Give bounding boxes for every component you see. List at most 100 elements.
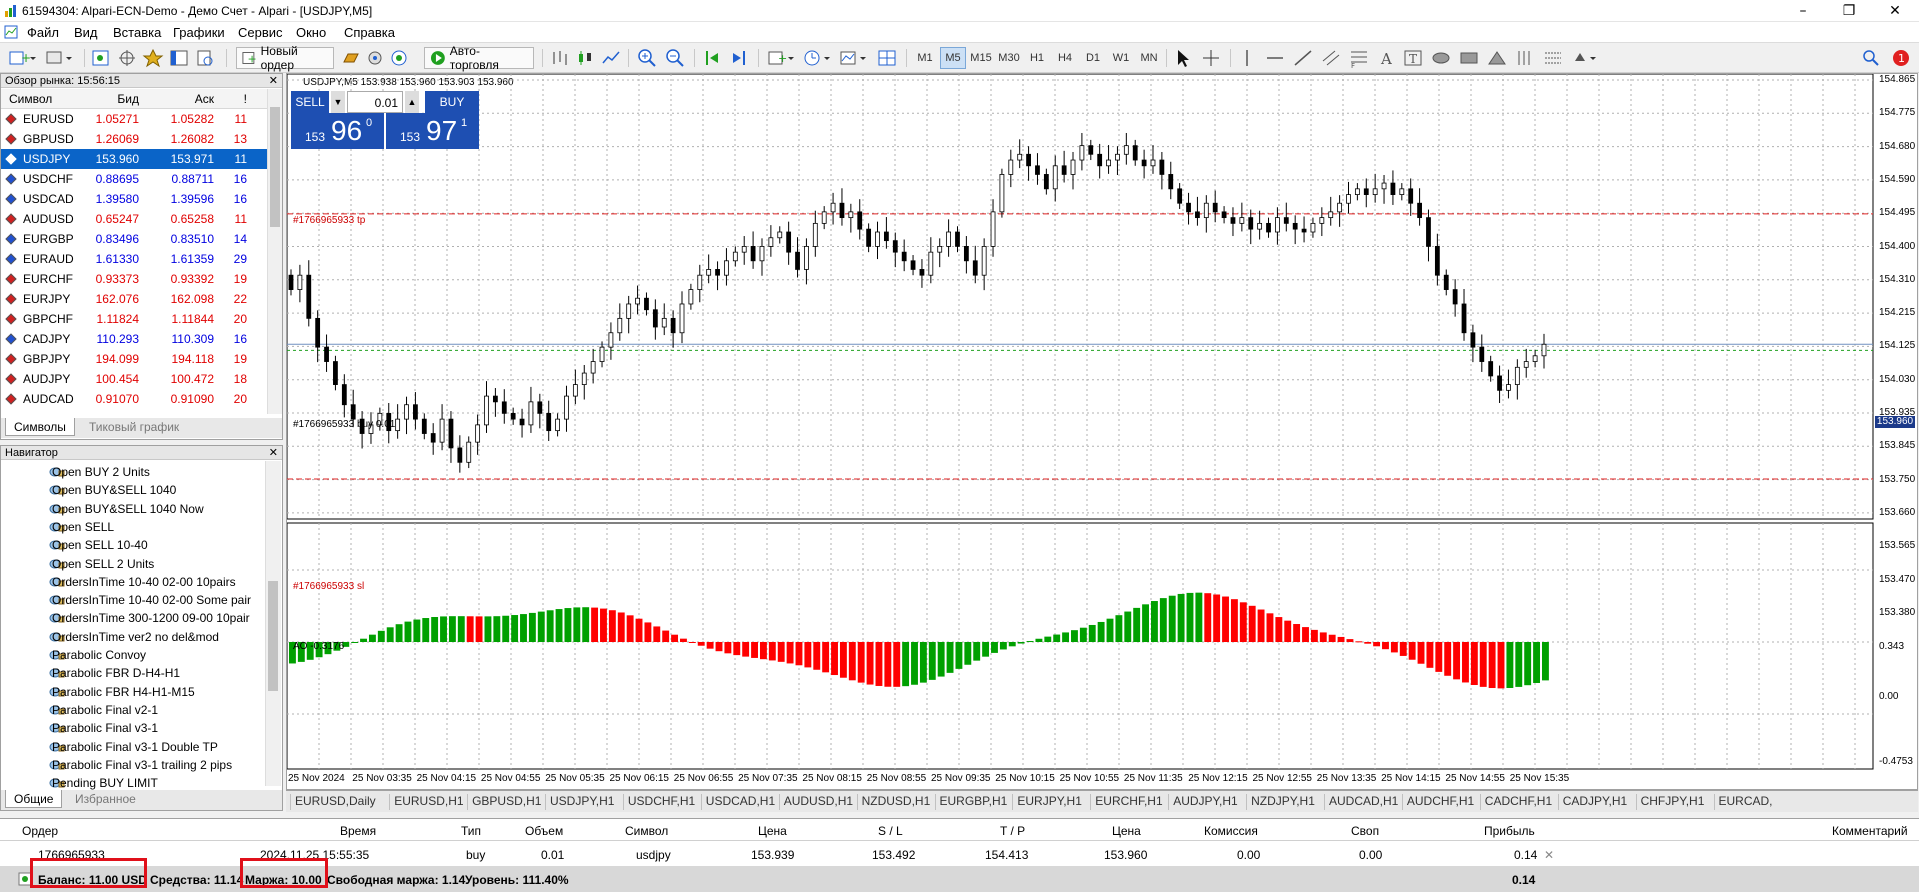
- navigator-item[interactable]: Parabolic Final v2-1: [19, 701, 265, 719]
- price-chart[interactable]: [287, 74, 1919, 791]
- col-time[interactable]: Время: [340, 824, 376, 838]
- navigator-item[interactable]: Parabolic FBR D-H4-H1: [19, 664, 265, 682]
- search-icon[interactable]: [1860, 47, 1882, 69]
- tab-common[interactable]: Общие: [5, 790, 63, 808]
- col-type[interactable]: Тип: [461, 824, 481, 838]
- chart-tab[interactable]: EURJPY,H1: [1012, 794, 1085, 810]
- col-bid[interactable]: Бид: [117, 92, 139, 106]
- navigator-item[interactable]: Parabolic FBR H4-H1-M15: [19, 683, 265, 701]
- buy-button[interactable]: BUY: [425, 91, 479, 113]
- timeframe-h4[interactable]: H4: [1052, 47, 1078, 69]
- col-spread[interactable]: !: [244, 92, 247, 106]
- chart-window[interactable]: USDJPY,M5 153.938 153.960 153.903 153.96…: [286, 73, 1918, 790]
- chart-shift-icon[interactable]: [728, 47, 750, 69]
- col-tp[interactable]: T / P: [1000, 824, 1025, 838]
- menu-help[interactable]: Справка: [344, 25, 395, 40]
- market-watch-row[interactable]: GBPJPY 194.099 194.118 19: [1, 349, 269, 369]
- market-watch-row[interactable]: EURUSD 1.05271 1.05282 11: [1, 109, 269, 129]
- navigator-item[interactable]: Parabolic Final v3-1 trailing 2 pips: [19, 756, 265, 774]
- bar-chart-icon[interactable]: [548, 47, 570, 69]
- col-cur-price[interactable]: Цена: [1112, 824, 1141, 838]
- market-watch-icon[interactable]: [90, 47, 112, 69]
- new-order-button[interactable]: + Новый ордер: [236, 44, 334, 72]
- chart-tab[interactable]: GBPUSD,H1: [467, 794, 545, 810]
- rectangle-icon[interactable]: [1458, 47, 1480, 69]
- templates-icon[interactable]: [838, 47, 868, 69]
- chart-tab[interactable]: AUDJPY,H1: [1168, 794, 1241, 810]
- market-watch-row[interactable]: AUDJPY 100.454 100.472 18: [1, 369, 269, 389]
- new-chart-icon[interactable]: +: [8, 47, 38, 69]
- timeframe-d1[interactable]: D1: [1080, 47, 1106, 69]
- chart-tab[interactable]: AUDCAD,H1: [1324, 794, 1402, 810]
- chart-tab[interactable]: USDCHF,H1: [622, 794, 699, 810]
- chart-tab[interactable]: AUDCHF,H1: [1401, 794, 1478, 810]
- chart-tab[interactable]: CADCHF,H1: [1479, 794, 1556, 810]
- market-watch-row[interactable]: CADJPY 110.293 110.309 16: [1, 329, 269, 349]
- line-chart-icon[interactable]: [600, 47, 622, 69]
- col-symbol[interactable]: Символ: [9, 92, 52, 106]
- sell-price[interactable]: 153 96 0: [291, 113, 384, 149]
- chart-tab[interactable]: CADJPY,H1: [1557, 794, 1631, 810]
- col-sl[interactable]: S / L: [878, 824, 903, 838]
- scroll-thumb[interactable]: [270, 107, 280, 227]
- volume-down-icon[interactable]: ▼: [331, 91, 345, 113]
- market-watch-row[interactable]: GBPCHF 1.11824 1.11844 20: [1, 309, 269, 329]
- col-order[interactable]: Ордер: [22, 824, 58, 838]
- tab-tick-chart[interactable]: Тиковый график: [81, 418, 187, 436]
- navigator-item[interactable]: Parabolic Convoy: [19, 646, 265, 664]
- scroll-thumb[interactable]: [268, 581, 278, 691]
- chart-tab[interactable]: EURCAD,: [1713, 794, 1777, 810]
- navigator-item[interactable]: Parabolic Final v3-1: [19, 719, 265, 737]
- market-watch-row[interactable]: EURJPY 162.076 162.098 22: [1, 289, 269, 309]
- close-icon[interactable]: ✕: [1872, 0, 1918, 22]
- restore-icon[interactable]: ❐: [1826, 0, 1872, 22]
- terminal-icon[interactable]: [168, 47, 190, 69]
- col-price[interactable]: Цена: [758, 824, 787, 838]
- chart-tab[interactable]: EURUSD,H1: [389, 794, 467, 810]
- ellipse-icon[interactable]: [1430, 47, 1452, 69]
- zoom-out-icon[interactable]: [664, 47, 686, 69]
- chart-tab[interactable]: USDCAD,H1: [700, 794, 779, 810]
- tab-favorites[interactable]: Избранное: [67, 790, 144, 808]
- navigator-item[interactable]: Open BUY&SELL 1040 Now: [19, 500, 265, 518]
- timeframe-mn[interactable]: MN: [1136, 47, 1162, 69]
- data-window-icon[interactable]: [116, 47, 138, 69]
- market-watch-row[interactable]: USDCHF 0.88695 0.88711 16: [1, 169, 269, 189]
- market-watch-row[interactable]: USDCAD 1.39580 1.39596 16: [1, 189, 269, 209]
- market-watch-scrollbar[interactable]: [267, 89, 282, 414]
- menu-file[interactable]: Файл: [27, 25, 59, 40]
- menu-tools[interactable]: Сервис: [238, 25, 283, 40]
- gold-icon[interactable]: [340, 47, 362, 69]
- text-icon[interactable]: A: [1376, 47, 1398, 69]
- timeframe-w1[interactable]: W1: [1108, 47, 1134, 69]
- market-watch-row[interactable]: USDJPY 153.960 153.971 11: [1, 149, 269, 169]
- navigator-item[interactable]: OrdersInTime ver2 no del&mod: [19, 628, 265, 646]
- market-watch-row[interactable]: AUDCAD 0.91070 0.91090 20: [1, 389, 269, 409]
- fibonacci-icon[interactable]: F: [1348, 47, 1370, 69]
- strategy-tester-icon[interactable]: [194, 47, 216, 69]
- navigator-item[interactable]: Open SELL 2 Units: [19, 555, 265, 573]
- col-symbol[interactable]: Символ: [625, 824, 668, 838]
- indicators-icon[interactable]: +: [766, 47, 796, 69]
- signals-icon[interactable]: [364, 47, 386, 69]
- grid-icon[interactable]: [876, 47, 898, 69]
- autoscroll-icon[interactable]: [702, 47, 724, 69]
- col-comment[interactable]: Комментарий: [1832, 824, 1908, 838]
- navigator-item[interactable]: OrdersInTime 300-1200 09-00 10pair: [19, 609, 265, 627]
- market-watch-row[interactable]: GBPUSD 1.26069 1.26082 13: [1, 129, 269, 149]
- notifications-button[interactable]: 1: [1888, 47, 1912, 69]
- timeframe-m30[interactable]: M30: [996, 47, 1022, 69]
- navigator-item[interactable]: Parabolic Final v3-1 Double TP: [19, 738, 265, 756]
- trendline-icon[interactable]: [1292, 47, 1314, 69]
- chart-tab[interactable]: NZDJPY,H1: [1246, 794, 1319, 810]
- timeframe-h1[interactable]: H1: [1024, 47, 1050, 69]
- col-profit[interactable]: Прибыль: [1484, 824, 1535, 838]
- crosshair-icon[interactable]: [1200, 47, 1222, 69]
- zoom-in-icon[interactable]: [636, 47, 658, 69]
- menu-view[interactable]: Вид: [74, 25, 98, 40]
- col-volume[interactable]: Объем: [525, 824, 563, 838]
- profiles-icon[interactable]: [44, 47, 74, 69]
- market-icon[interactable]: [388, 47, 410, 69]
- minimize-icon[interactable]: –: [1780, 0, 1826, 22]
- volume-up-icon[interactable]: ▲: [405, 91, 419, 113]
